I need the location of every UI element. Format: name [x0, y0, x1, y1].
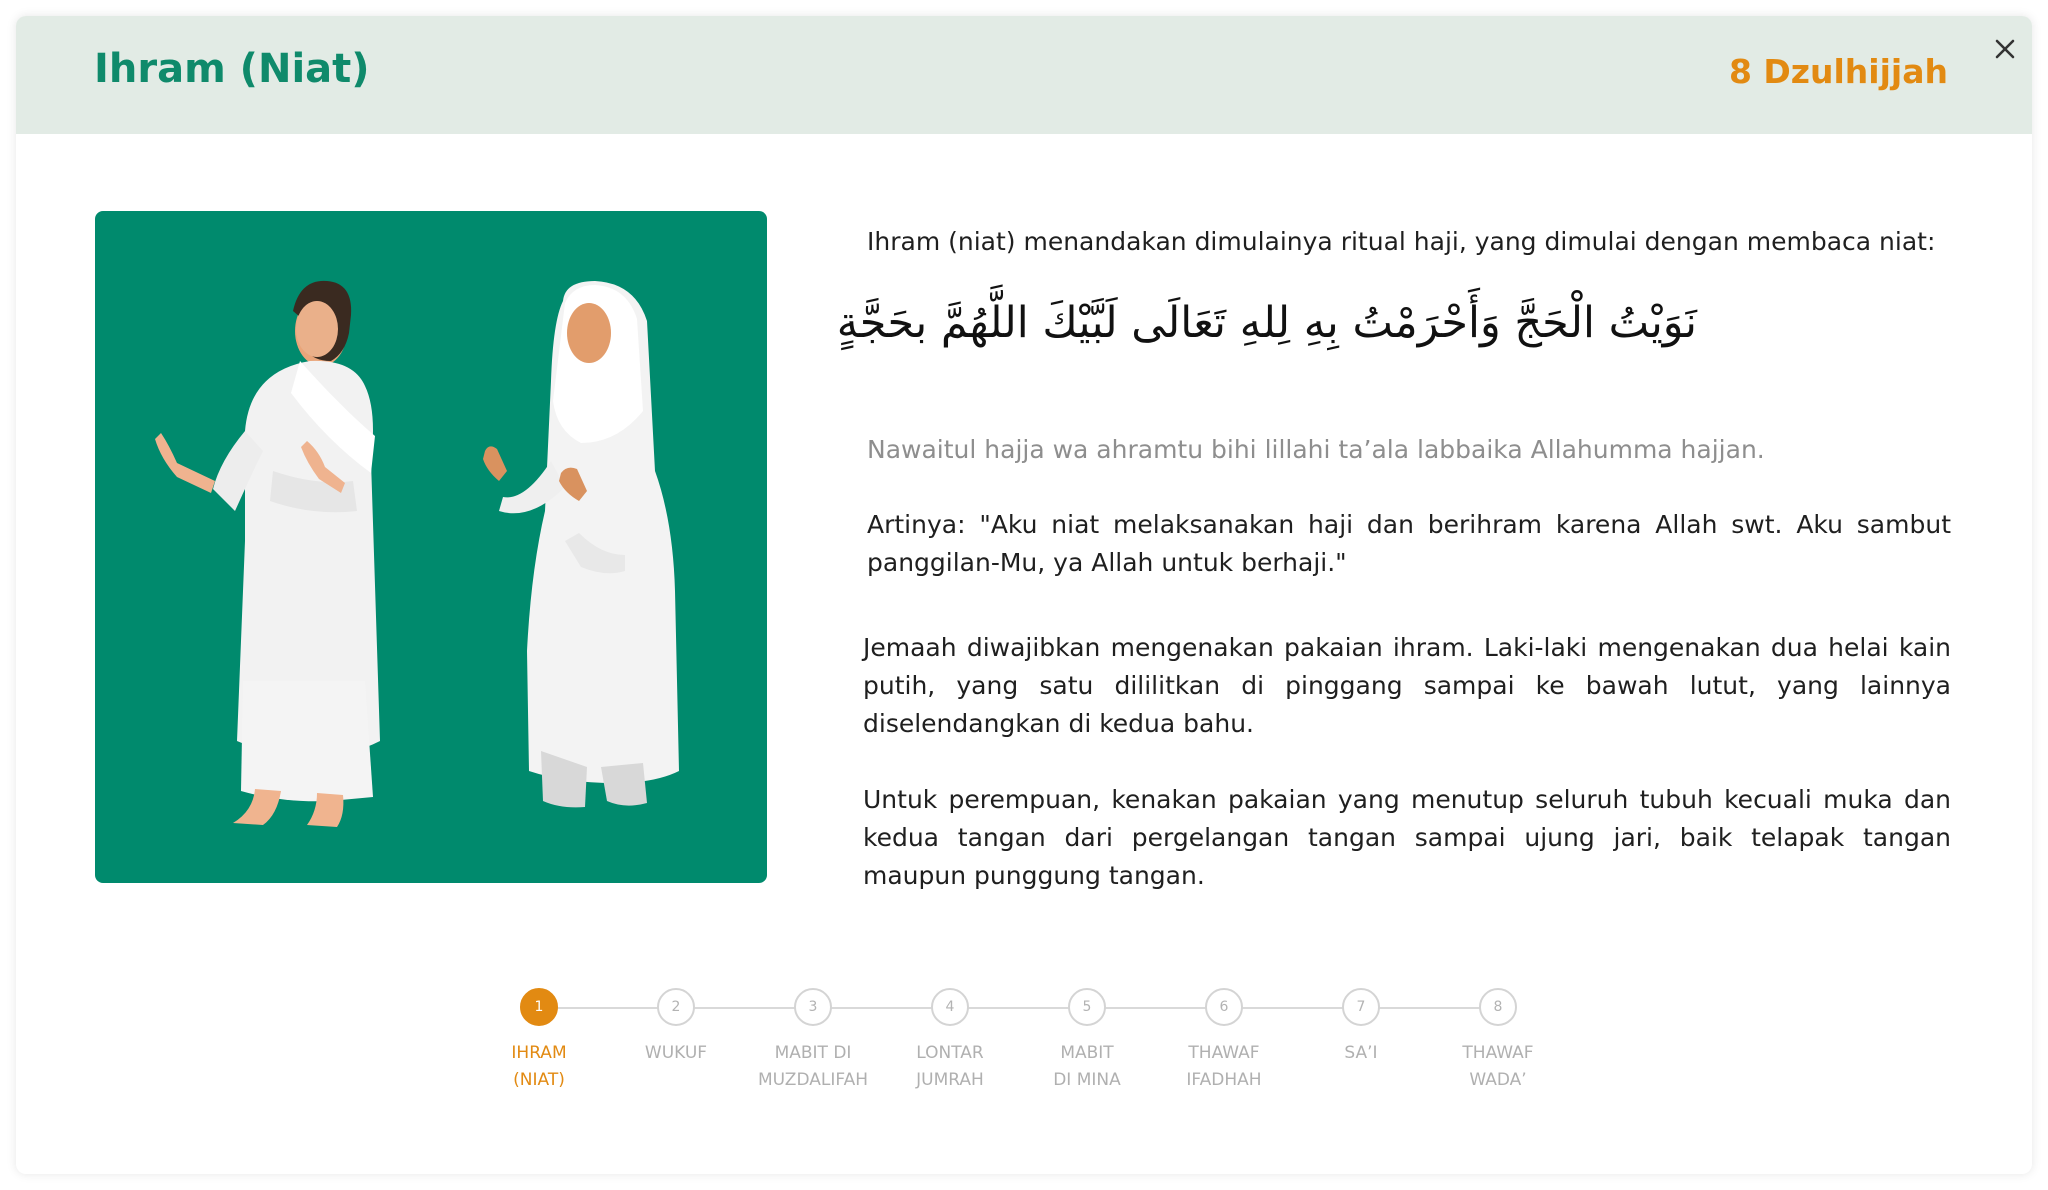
step-label: WUKUF: [644, 1043, 708, 1063]
step-label: LONTAR JUMRAH: [916, 1043, 984, 1090]
step-number-badge: 4: [931, 988, 969, 1026]
step-number-badge: 6: [1205, 988, 1243, 1026]
step-detail-modal: Ihram (Niat) 8 Dzulhijjah Ihram (niat) m…: [16, 16, 2032, 1174]
page-title: Ihram (Niat): [94, 46, 370, 92]
step-number-badge: 1: [520, 988, 558, 1026]
step-thawaf-ifadhah[interactable]: 6 THAWAF IFADHAH: [1156, 988, 1292, 1094]
step-lontar-jumrah[interactable]: 4 LONTAR JUMRAH: [882, 988, 1018, 1094]
step-mabit-muzdalifah[interactable]: 3 MABIT DI MUZDALIFAH: [745, 988, 881, 1094]
man-figure: [155, 280, 380, 827]
close-button[interactable]: [1990, 34, 2020, 64]
modal-header: Ihram (Niat) 8 Dzulhijjah: [16, 16, 2032, 134]
step-mabit-mina[interactable]: 5 MABIT DI MINA: [1019, 988, 1155, 1094]
transliteration-text: Nawaitul hajja wa ahramtu bihi lillahi t…: [867, 435, 1765, 464]
step-number-badge: 2: [657, 988, 695, 1026]
step-label: MABIT DI MINA: [1053, 1043, 1121, 1090]
step-number-badge: 3: [794, 988, 832, 1026]
intro-text: Ihram (niat) menandakan dimulainya ritua…: [867, 227, 1936, 256]
step-number-badge: 8: [1479, 988, 1517, 1026]
step-label: THAWAF IFADHAH: [1186, 1043, 1262, 1090]
close-icon: [1995, 39, 2015, 59]
meaning-text: Artinya: "Aku niat melaksanakan haji dan…: [867, 510, 1951, 577]
step-label: IHRAM (NIAT): [511, 1043, 567, 1090]
hajj-steps-stepper: 1 IHRAM (NIAT) 2 WUKUF 3 MABIT DI MUZDALIF…: [16, 988, 2032, 1118]
woman-figure: [483, 281, 679, 808]
step-label: MABIT DI MUZDALIFAH: [758, 1043, 868, 1090]
step-number-badge: 5: [1068, 988, 1106, 1026]
pilgrims-in-ihram-illustration: [95, 211, 767, 883]
step-thawaf-wada[interactable]: 8 THAWAF WADA’: [1430, 988, 1566, 1094]
ihram-clothing-women-text: Untuk perempuan, kenakan pakaian yang me…: [863, 785, 1951, 890]
step-label: SA’I: [1344, 1043, 1378, 1063]
ihram-clothing-men-text: Jemaah diwajibkan mengenakan pakaian ihr…: [863, 633, 1951, 738]
arabic-niat-text: نَوَيْتُ الْحَجَّ وَأَحْرَمْتُ بِهِ لِله…: [836, 298, 1697, 348]
date-label: 8 Dzulhijjah: [1728, 52, 1948, 91]
step-sai[interactable]: 7 SA’I: [1293, 988, 1429, 1067]
step-number-badge: 7: [1342, 988, 1380, 1026]
step-ihram[interactable]: 1 IHRAM (NIAT): [471, 988, 607, 1094]
step-label: THAWAF WADA’: [1462, 1043, 1534, 1090]
step-wukuf[interactable]: 2 WUKUF: [608, 988, 744, 1067]
